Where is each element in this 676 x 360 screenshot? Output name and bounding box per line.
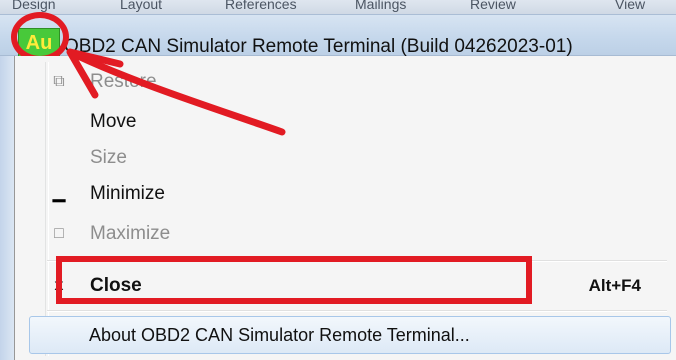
- ribbon-tab-layout[interactable]: Layout: [120, 0, 162, 12]
- menu-item-label: Maximize: [90, 223, 171, 244]
- menu-item-move[interactable]: Move: [15, 104, 676, 140]
- restore-icon: ⧉: [53, 73, 65, 90]
- menu-item-label: About OBD2 CAN Simulator Remote Terminal…: [89, 325, 470, 345]
- menu-separator: [47, 310, 667, 312]
- menu-item-shortcut: Alt+F4: [588, 276, 641, 295]
- menu-item-about[interactable]: About OBD2 CAN Simulator Remote Terminal…: [29, 316, 671, 354]
- maximize-icon: □: [54, 225, 64, 242]
- menu-item-minimize[interactable]: ▁ Minimize: [15, 176, 676, 212]
- menu-item-label: Restore: [90, 71, 157, 92]
- ribbon-tab-view[interactable]: View: [615, 0, 645, 12]
- ribbon-tab-references[interactable]: References: [225, 0, 297, 12]
- annotation-box: [56, 256, 532, 304]
- window-title: OBD2 CAN Simulator Remote Terminal (Buil…: [64, 36, 573, 57]
- menu-item-label: Minimize: [90, 183, 165, 204]
- menu-item-label: Move: [90, 111, 137, 132]
- ribbon-tab-design[interactable]: Design: [12, 0, 56, 12]
- system-menu: ⧉ Restore Move Size ▁ Minimize □ Maximiz…: [14, 56, 676, 360]
- window-edge: [0, 56, 15, 360]
- minimize-icon: ▁: [52, 185, 66, 202]
- menu-item-size[interactable]: Size: [15, 140, 676, 176]
- window-titlebar[interactable]: Au OBD2 CAN Simulator Remote Terminal (B…: [0, 14, 676, 58]
- menu-item-label: Size: [90, 147, 127, 168]
- ribbon-tab-review[interactable]: Review: [470, 0, 516, 12]
- menu-item-maximize[interactable]: □ Maximize: [15, 216, 676, 252]
- menu-item-restore[interactable]: ⧉ Restore: [15, 64, 676, 100]
- annotation-circle: [11, 12, 69, 62]
- ribbon-tab-mailings[interactable]: Mailings: [355, 0, 406, 12]
